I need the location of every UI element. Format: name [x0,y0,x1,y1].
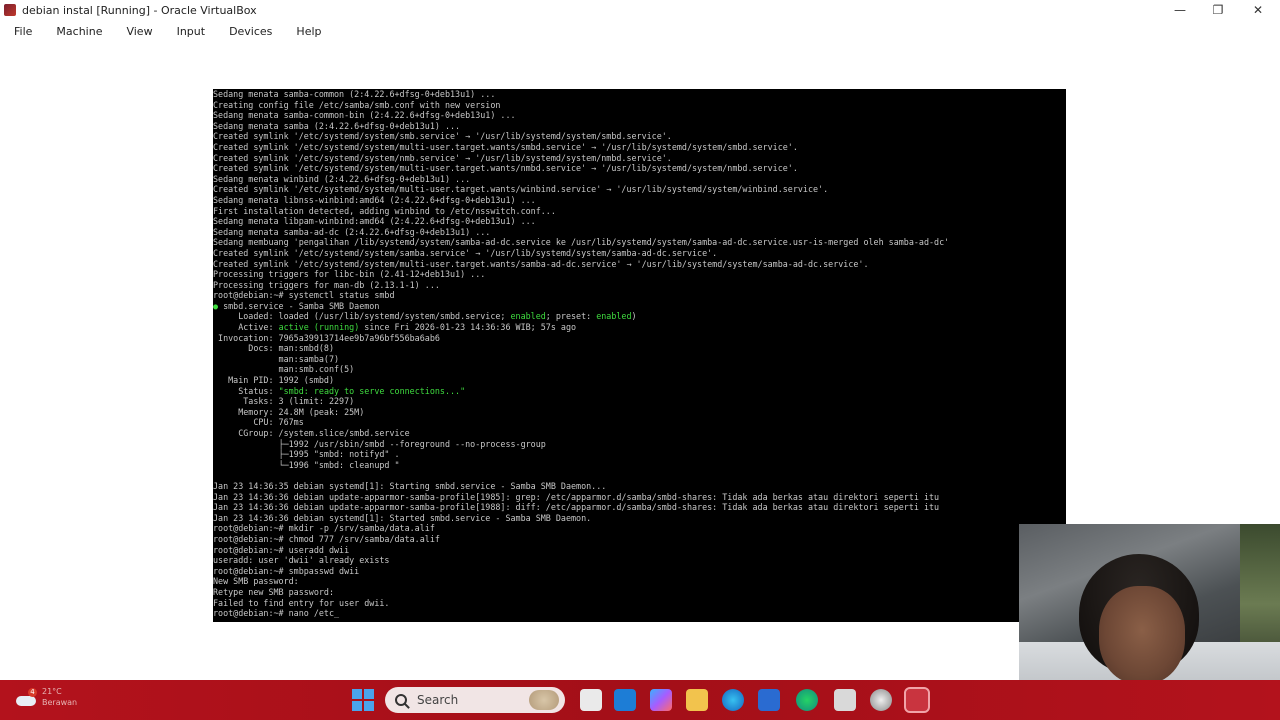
webcam-overlay [1019,524,1280,684]
terminal-line: Failed to find entry for user dwii. [213,597,390,608]
terminal-line: root@debian:~# systemctl status smbd [213,290,395,301]
restore-button[interactable]: ❐ [1198,0,1238,20]
terminal-line: Processing triggers for man-db (2.13.1-1… [213,279,440,290]
terminal-line: Created symlink '/etc/systemd/system/nmb… [213,152,672,163]
search-highlight-icon [529,690,559,710]
terminal-line: New SMB password: [213,576,299,587]
terminal-line: CGroup: /system.slice/smbd.service [213,428,410,438]
weather-condition: Berawan [42,698,78,707]
terminal-line: useradd: user 'dwii' already exists [213,555,390,566]
search-label: Search [417,693,459,707]
start-button-icon[interactable] [352,689,374,711]
menu-devices[interactable]: Devices [217,22,284,42]
search-icon [395,694,407,706]
menu-file[interactable]: File [0,22,44,42]
terminal-line: man:smb.conf(5) [213,364,355,375]
terminal-line: root@debian:~# smbpasswd dwii [213,565,360,576]
status-label-line: Status: "smbd: ready to serve connection… [213,385,466,396]
terminal-line: Creating config file /etc/samba/smb.conf… [213,99,501,110]
taskbar-search-box[interactable]: Search [385,687,565,713]
store-icon[interactable] [758,689,780,711]
terminal-line: Main PID: 1992 (smbd) [213,375,335,386]
terminal-line: Retype new SMB password: [213,586,335,597]
minimize-button[interactable]: — [1160,0,1200,20]
menu-help[interactable]: Help [284,22,333,42]
terminal-line: Processing triggers for libc-bin (2.41-1… [213,269,486,280]
terminal-line: Memory: 24.8M (peak: 25M) [213,406,365,417]
terminal-line: Sedang menata samba-common (2:4.22.6+dfs… [213,89,496,99]
window-titlebar: debian instal [Running] - Oracle Virtual… [0,0,1280,20]
weather-text: 21°C Berawan [42,686,77,708]
terminal-line: CPU: 767ms [213,417,304,428]
weather-badge: 4 [28,688,37,697]
file-explorer-icon[interactable] [686,689,708,711]
copilot-icon[interactable] [650,689,672,711]
terminal-line: Created symlink '/etc/systemd/system/smb… [213,131,672,142]
app-icon-8[interactable] [834,689,856,711]
window-title: debian instal [Running] - Oracle Virtual… [22,3,257,17]
terminal-line: Jan 23 14:36:35 debian systemd[1]: Start… [213,480,607,491]
widgets-icon[interactable] [614,689,636,711]
terminal-line: Created symlink '/etc/systemd/system/mul… [213,141,798,152]
terminal-line: Created symlink '/etc/systemd/system/mul… [213,258,869,269]
terminal-line: Created symlink '/etc/systemd/system/mul… [213,184,829,195]
terminal-line: Docs: man:smbd(8) [213,343,335,354]
virtualbox-icon [4,4,16,16]
edge-icon[interactable] [722,689,744,711]
virtualbox-taskbar-icon[interactable] [904,687,930,713]
terminal-line: root@debian:~# mkdir -p /srv/samba/data.… [213,523,435,534]
webcam-person-face [1099,586,1185,684]
terminal-line: root@debian:~# useradd dwii [213,544,350,555]
weather-temp: 21°C [42,687,62,696]
terminal-line: Jan 23 14:36:36 debian update-apparmor-s… [213,491,940,502]
terminal-line: Created symlink '/etc/systemd/system/mul… [213,163,798,174]
loaded-line: Loaded: loaded (/usr/lib/systemd/system/… [213,311,637,322]
terminal-line: Sedang membuang 'pengalihan /lib/systemd… [213,237,950,248]
terminal-line: Invocation: 7965a39913714ee9b7a96bf556ba… [213,332,440,343]
windows-taskbar: 4 21°C Berawan Search [0,680,1280,720]
terminal-line: Jan 23 14:36:36 debian systemd[1]: Start… [213,512,592,523]
terminal-line: root@debian:~# chmod 777 /srv/samba/data… [213,533,440,544]
terminal-line: man:samba(7) [213,353,340,364]
menu-view[interactable]: View [114,22,164,42]
close-button[interactable]: ✕ [1238,0,1278,20]
status-head-line: ● smbd.service - Samba SMB Daemon [213,300,380,311]
terminal-line: ├─1992 /usr/sbin/smbd --foreground --no-… [213,438,546,449]
terminal-line: └─1996 "smbd: cleanupd " [213,459,400,470]
menu-machine[interactable]: Machine [44,22,114,42]
menu-bar: File Machine View Input Devices Help [0,22,334,42]
whatsapp-icon[interactable] [796,689,818,711]
terminal-line: Created symlink '/etc/systemd/system/sam… [213,247,718,258]
terminal-line: Sedang menata libpam-winbind:amd64 (2:4.… [213,216,536,227]
terminal-line: Sedang menata samba-ad-dc (2:4.22.6+dfsg… [213,226,491,237]
terminal-line: Sedang menata samba-common-bin (2:4.22.6… [213,110,516,121]
menu-input[interactable]: Input [165,22,217,42]
active-line: Active: active (running) since Fri 2026-… [213,322,577,333]
terminal-line: First installation detected, adding winb… [213,205,556,216]
task-view-icon[interactable] [580,689,602,711]
terminal-line: Sedang menata winbind (2:4.22.6+dfsg-0+d… [213,173,471,184]
terminal-line: Sedang menata samba (2:4.22.6+dfsg-0+deb… [213,120,461,131]
terminal-line: Jan 23 14:36:36 debian update-apparmor-s… [213,502,940,513]
terminal-line: root@debian:~# nano /etc_ [213,608,340,619]
app-icon-9[interactable] [870,689,892,711]
terminal-line: ├─1995 "smbd: notifyd" . [213,449,400,460]
terminal-line: Sedang menata libnss-winbind:amd64 (2:4.… [213,194,536,205]
weather-widget-icon[interactable]: 4 [14,688,38,712]
vm-terminal[interactable]: Sedang menata samba-common (2:4.22.6+dfs… [213,89,1066,622]
terminal-line: Tasks: 3 (limit: 2297) [213,396,355,407]
